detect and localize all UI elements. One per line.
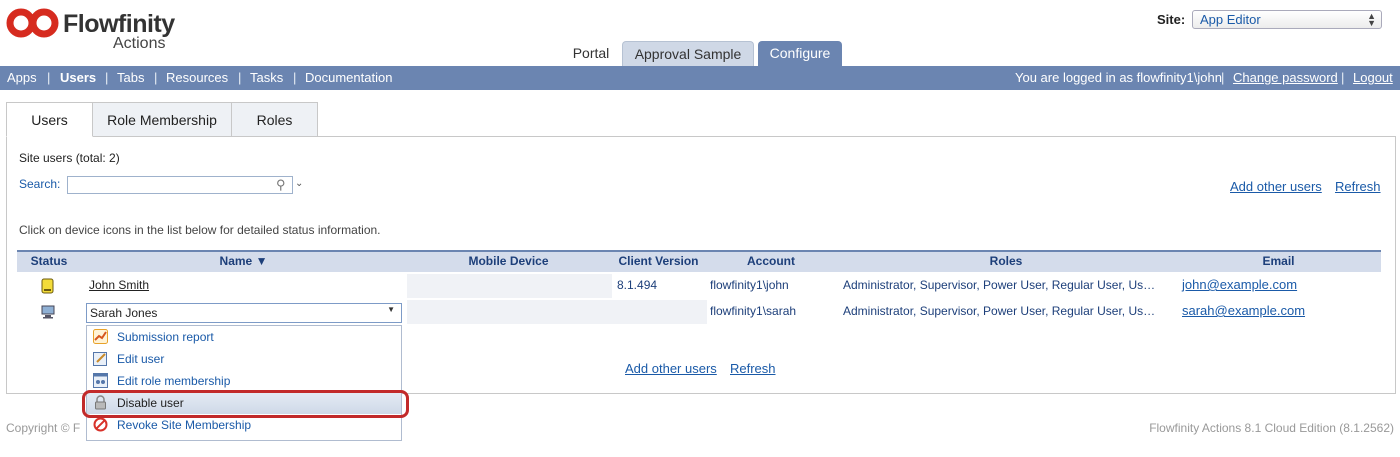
user-actions-dropdown[interactable]: Sarah Jones ▼ <box>86 303 402 323</box>
nav-tabs[interactable]: Tabs <box>117 70 144 85</box>
expand-chevron-icon[interactable]: ⌄ <box>295 178 303 189</box>
nav-documentation[interactable]: Documentation <box>305 70 392 85</box>
edit-icon <box>93 352 107 366</box>
col-name[interactable]: Name ▼ <box>81 254 406 268</box>
user-actions-menu: Submission report Edit user Edit role me… <box>86 325 402 441</box>
client-version: 8.1.494 <box>617 278 658 292</box>
chart-icon <box>93 329 108 344</box>
search-icon[interactable]: ⚲ <box>276 177 286 193</box>
nav-resources[interactable]: Resources <box>166 70 228 85</box>
tab-approval-sample[interactable]: Approval Sample <box>622 41 754 66</box>
selected-user-name: Sarah Jones <box>90 306 158 320</box>
refresh-link[interactable]: Refresh <box>1335 179 1381 194</box>
role-icon <box>93 373 108 388</box>
site-label: Site: <box>1157 12 1186 27</box>
site-users-summary: Site users (total: 2) <box>19 151 120 165</box>
logout-link[interactable]: Logout <box>1353 70 1393 85</box>
user-name-link[interactable]: John Smith <box>89 278 149 292</box>
col-status: Status <box>30 254 68 268</box>
refresh-link[interactable]: Refresh <box>730 361 776 376</box>
search-input[interactable] <box>67 176 293 194</box>
subtab-roles[interactable]: Roles <box>231 102 318 137</box>
flowfinity-logo-icon <box>6 8 59 38</box>
site-select[interactable]: App Editor ▲ ▼ <box>1192 10 1382 29</box>
site-selected-value: App Editor <box>1200 12 1261 27</box>
copyright-text: Copyright © F <box>6 421 81 435</box>
menu-item-edit-user[interactable]: Edit user <box>87 348 401 370</box>
search-label: Search: <box>19 177 61 191</box>
edition-text: Flowfinity Actions 8.1 Cloud Edition (8.… <box>1149 421 1394 435</box>
email-link[interactable]: sarah@example.com <box>1182 303 1305 318</box>
dropdown-arrow-icon: ▼ <box>387 305 395 314</box>
account: flowfinity1\john <box>710 278 789 292</box>
roles: Administrator, Supervisor, Power User, R… <box>843 304 1156 318</box>
nav-tasks[interactable]: Tasks <box>250 70 283 85</box>
account: flowfinity1\sarah <box>710 304 797 318</box>
device-hint: Click on device icons in the list below … <box>19 223 381 237</box>
menu-item-submission-report[interactable]: Submission report <box>87 326 401 348</box>
nav-apps[interactable]: Apps <box>7 70 37 85</box>
subtab-role-membership[interactable]: Role Membership <box>92 102 232 137</box>
highlight-annotation <box>82 390 409 418</box>
desktop-computer-icon[interactable] <box>41 305 55 319</box>
top-tabs: Portal Approval Sample Configure <box>0 41 1400 66</box>
subtab-users[interactable]: Users <box>6 102 93 137</box>
col-account: Account <box>747 254 795 268</box>
table-row: John Smith 8.1.494 flowfinity1\john Admi… <box>17 274 1381 298</box>
tab-configure[interactable]: Configure <box>758 41 842 66</box>
add-other-users-link[interactable]: Add other users <box>1230 179 1322 194</box>
roles: Administrator, Supervisor, Power User, R… <box>843 278 1156 292</box>
col-mobile-device: Mobile Device <box>468 254 549 268</box>
menu-item-edit-role-membership[interactable]: Edit role membership <box>87 370 401 392</box>
nav-users[interactable]: Users <box>60 70 96 85</box>
prohibited-icon <box>93 417 108 432</box>
email-link[interactable]: john@example.com <box>1182 277 1297 292</box>
main-nav-bar: Apps | Users | Tabs | Resources | Tasks … <box>0 66 1400 90</box>
mobile-device-icon[interactable] <box>41 278 54 294</box>
updown-arrows-icon: ▲ ▼ <box>1367 11 1376 28</box>
users-table-header: Status Name ▼ Mobile Device Client Versi… <box>17 250 1381 272</box>
change-password-link[interactable]: Change password <box>1233 70 1338 85</box>
tab-portal[interactable]: Portal <box>562 41 620 66</box>
logged-in-text: You are logged in as flowfinity1\john <box>1015 70 1222 85</box>
col-roles: Roles <box>989 254 1023 268</box>
col-client-version: Client Version <box>618 254 699 268</box>
add-other-users-link[interactable]: Add other users <box>625 361 717 376</box>
col-email: Email <box>1262 254 1295 268</box>
